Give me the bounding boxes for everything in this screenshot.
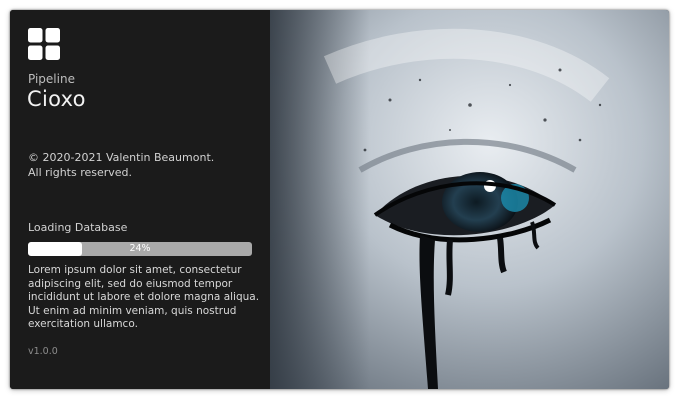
four-squares-logo-icon (28, 28, 60, 60)
suite-name: Pipeline (28, 72, 75, 86)
loading-label: Loading Database (28, 221, 128, 234)
app-name: Cioxo (27, 87, 86, 111)
loading-progress-bar: 24% (28, 242, 252, 256)
info-panel: Pipeline Cioxo © 2020-2021 Valentin Beau… (10, 10, 270, 389)
copyright-notice: © 2020-2021 Valentin Beaumont. All right… (28, 150, 258, 180)
progress-percent: 24% (129, 243, 151, 254)
version-label: v1.0.0 (28, 346, 58, 357)
splash-image (270, 10, 669, 389)
rights-line: All rights reserved. (28, 166, 133, 179)
splash-window: Pipeline Cioxo © 2020-2021 Valentin Beau… (10, 10, 669, 389)
loading-status-text: Lorem ipsum dolor sit amet, consectetur … (28, 264, 260, 330)
copyright-line: © 2020-2021 Valentin Beaumont. (28, 151, 215, 164)
